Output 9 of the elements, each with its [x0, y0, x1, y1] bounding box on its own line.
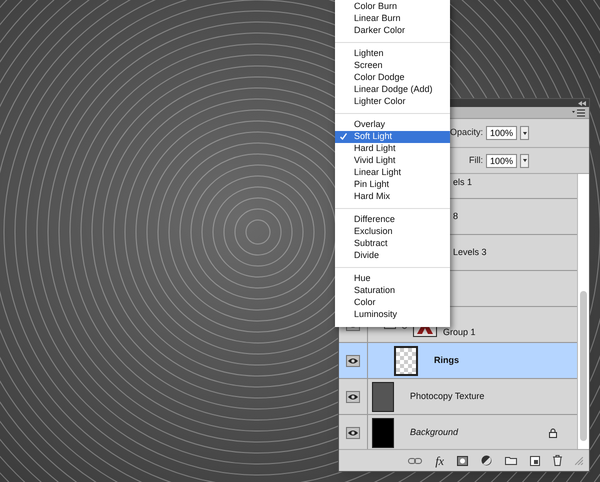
- layer-name: Background: [410, 426, 458, 439]
- opacity-label: Opacity:: [450, 126, 483, 140]
- layer-name: Photocopy Texture: [410, 390, 484, 403]
- layer-name: 8: [453, 210, 458, 223]
- layer-name: Group 1: [443, 326, 476, 339]
- layer-name: els 1: [453, 176, 472, 190]
- layer-name: Levels 3: [453, 246, 487, 259]
- fill-label: Fill:: [468, 154, 483, 167]
- layer-name: Rings: [434, 354, 460, 367]
